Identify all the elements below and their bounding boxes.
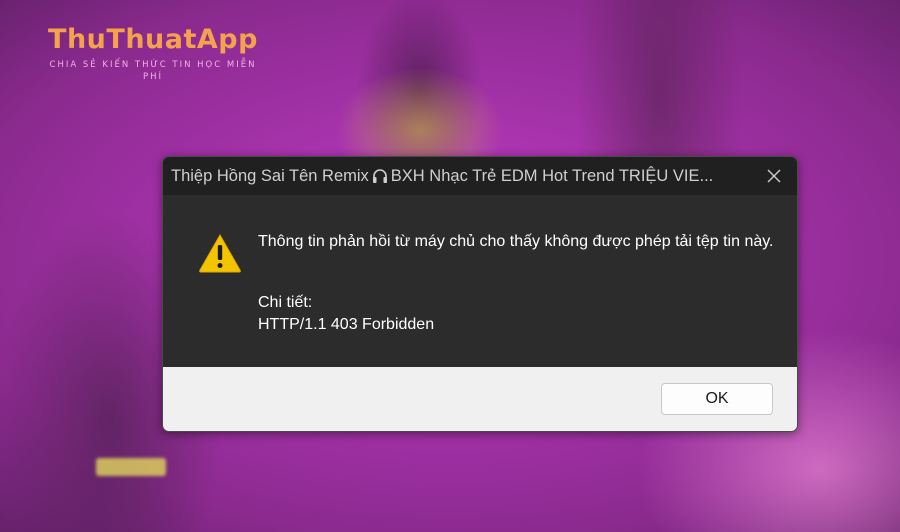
close-button[interactable]	[751, 157, 797, 195]
dialog-message: Thông tin phản hồi từ máy chủ cho thấy k…	[258, 233, 774, 250]
watermark-tagline: CHIA SẺ KIẾN THỨC TIN HỌC MIỄN PHÍ	[49, 60, 257, 82]
dialog-title-part1: Thiệp Hồng Sai Tên Remix	[171, 167, 369, 185]
error-dialog: Thiệp Hồng Sai Tên Remix BXH Nhạc Trẻ ED…	[162, 156, 798, 432]
dialog-title-part2: BXH Nhạc Trẻ EDM Hot Trend TRIỆU VIE...	[390, 167, 714, 185]
neon-sign	[96, 458, 166, 476]
ok-button[interactable]: OK	[661, 383, 773, 415]
dialog-footer: OK	[163, 367, 797, 431]
dialog-title: Thiệp Hồng Sai Tên Remix BXH Nhạc Trẻ ED…	[171, 157, 756, 195]
warning-icon	[199, 233, 241, 273]
watermark: ThuThuatApp CHIA SẺ KIẾN THỨC TIN HỌC MI…	[48, 24, 258, 83]
dialog-content: Thông tin phản hồi từ máy chủ cho thấy k…	[163, 195, 797, 367]
dialog-detail: Chi tiết: HTTP/1.1 403 Forbidden	[258, 292, 434, 336]
detail-value: HTTP/1.1 403 Forbidden	[258, 316, 435, 333]
headphones-icon	[371, 167, 389, 185]
close-icon	[767, 169, 781, 183]
detail-label: Chi tiết:	[258, 294, 313, 311]
watermark-logo: ThuThuatApp	[48, 24, 258, 55]
dialog-title-bar[interactable]: Thiệp Hồng Sai Tên Remix BXH Nhạc Trẻ ED…	[163, 157, 797, 195]
